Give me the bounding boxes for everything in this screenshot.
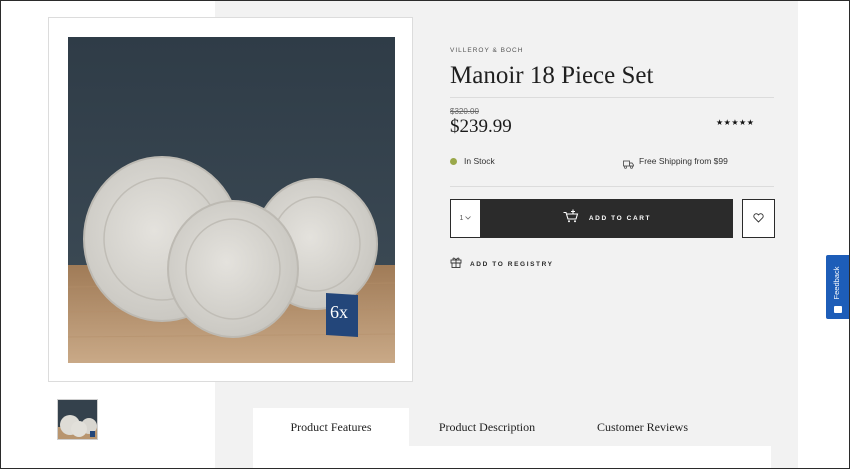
divider	[450, 186, 774, 187]
rating-stars[interactable]: ★★★★★	[716, 118, 754, 127]
product-title: Manoir 18 Piece Set	[450, 62, 654, 89]
feedback-label: Feedback	[832, 266, 841, 300]
brand-name[interactable]: VILLEROY & BOCH	[450, 47, 523, 54]
gift-icon	[450, 255, 462, 273]
add-to-cart-label: ADD TO CART	[588, 215, 652, 222]
chevron-down-icon	[465, 215, 472, 222]
shipping-info[interactable]: Free Shipping from $99	[639, 156, 728, 166]
stock-indicator-icon	[450, 158, 457, 165]
sale-price: $239.99	[450, 116, 512, 137]
heart-icon	[753, 210, 764, 228]
stock-status: In Stock	[464, 156, 495, 166]
feedback-button[interactable]: Feedback	[826, 255, 849, 319]
quantity-value: 1	[459, 215, 464, 222]
add-to-registry-label: ADD TO REGISTRY	[470, 260, 554, 268]
product-thumbnail[interactable]	[57, 399, 98, 440]
main-product-image-frame: 6x	[48, 17, 413, 382]
tab-product-features[interactable]: Product Features	[253, 408, 409, 446]
add-to-registry-button[interactable]: ADD TO REGISTRY	[450, 255, 554, 273]
add-to-cart-button[interactable]: ADD TO CART	[481, 199, 733, 238]
original-price: $320.00	[450, 107, 479, 116]
feedback-icon	[834, 306, 842, 313]
truck-icon	[623, 156, 634, 174]
add-to-wishlist-button[interactable]	[742, 199, 775, 238]
quantity-select[interactable]: 1	[450, 199, 481, 238]
main-product-image[interactable]: 6x	[68, 37, 395, 363]
cart-icon	[563, 209, 579, 228]
tab-customer-reviews[interactable]: Customer Reviews	[565, 408, 720, 446]
product-image-badge: 6x	[330, 302, 348, 322]
tab-content-area	[253, 446, 771, 469]
divider	[450, 97, 774, 98]
tab-product-description[interactable]: Product Description	[409, 408, 565, 446]
